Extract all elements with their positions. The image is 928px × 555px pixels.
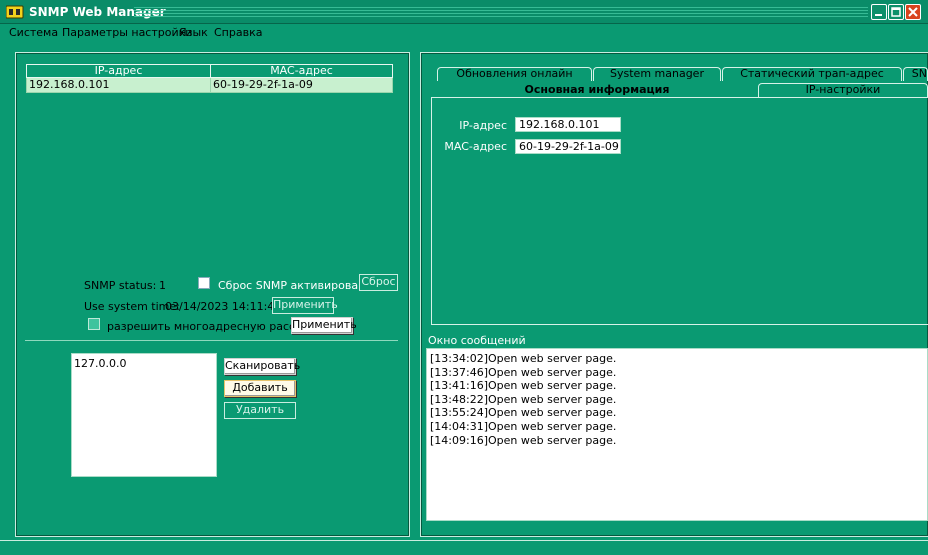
- menu-help[interactable]: Справка: [214, 26, 262, 39]
- log-time: [13:48:22]: [430, 392, 488, 406]
- mac-field-label: MAC-адрес: [444, 140, 507, 153]
- close-button[interactable]: [905, 4, 921, 20]
- system-time-value: 03/14/2023 14:11:49: [165, 300, 282, 313]
- log-text: Open web server page.: [488, 433, 617, 447]
- apply-multicast-button[interactable]: Применить: [291, 317, 357, 334]
- log-line: [14:04:31]Open web server page.: [430, 420, 924, 434]
- log-time: [14:04:31]: [430, 419, 488, 433]
- minimize-icon: [875, 14, 882, 16]
- multicast-checkbox[interactable]: [88, 318, 100, 330]
- table-row[interactable]: 192.168.0.101 60-19-29-2f-1a-09: [26, 78, 393, 93]
- log-time: [13:37:46]: [430, 365, 488, 379]
- table-header: IP-адрес MAC-адрес: [26, 64, 393, 78]
- log-line: [13:41:16]Open web server page.: [430, 379, 924, 393]
- title-bar: SNMP Web Manager: [0, 0, 928, 24]
- ip-field-label: IP-адрес: [459, 119, 507, 132]
- log-text: Open web server page.: [488, 379, 617, 393]
- tab-ip-settings[interactable]: IP-настройки: [758, 83, 928, 97]
- log-text: Open web server page.: [488, 392, 617, 406]
- reset-button[interactable]: Сброс: [359, 274, 398, 291]
- column-ip-header[interactable]: IP-адрес: [27, 65, 211, 77]
- log-text: Open web server page.: [488, 419, 617, 433]
- log-text: Open web server page.: [488, 352, 617, 365]
- scan-button[interactable]: Сканировать: [224, 358, 300, 375]
- tab-basic-info[interactable]: Основная информация: [437, 84, 757, 98]
- menu-language[interactable]: Язык: [179, 26, 208, 39]
- menu-settings[interactable]: Параметры настройки: [62, 26, 192, 39]
- status-bar: [0, 540, 928, 555]
- log-line: [14:09:16]Open web server page.: [430, 434, 924, 448]
- close-icon: [908, 7, 918, 17]
- log-text: Open web server page.: [488, 406, 617, 420]
- log-line: [13:34:02]Open web server page.: [430, 352, 924, 366]
- menu-system[interactable]: Система: [9, 26, 58, 39]
- log-time: [13:41:16]: [430, 379, 488, 393]
- log-time: [13:55:24]: [430, 406, 488, 420]
- minimize-button[interactable]: [871, 4, 887, 20]
- add-button[interactable]: Добавить: [224, 380, 296, 397]
- ip-field[interactable]: 192.168.0.101: [515, 117, 621, 132]
- log-time: [14:09:16]: [430, 433, 488, 447]
- message-log[interactable]: [13:34:02]Open web server page. [13:37:4…: [426, 348, 928, 521]
- delete-button[interactable]: Удалить: [224, 402, 296, 419]
- ip-range-list[interactable]: 127.0.0.0: [71, 353, 217, 477]
- tab-static-trap[interactable]: Статический трап-адрес: [722, 67, 902, 81]
- maximize-button[interactable]: [888, 4, 904, 20]
- app-icon: [6, 5, 24, 19]
- log-line: [13:37:46]Open web server page.: [430, 366, 924, 380]
- log-text: Open web server page.: [488, 365, 617, 379]
- snmp-reset-checkbox[interactable]: [198, 277, 210, 289]
- snmp-reset-label: Сброс SNMP активирован: [218, 279, 366, 292]
- log-line: [13:48:22]Open web server page.: [430, 393, 924, 407]
- row-mac: 60-19-29-2f-1a-09: [213, 78, 313, 91]
- list-item[interactable]: 127.0.0.0: [74, 357, 214, 370]
- message-window-title: Окно сообщений: [428, 334, 526, 347]
- maximize-icon: [891, 7, 901, 17]
- device-table: IP-адрес MAC-адрес 192.168.0.101 60-19-2…: [26, 64, 393, 93]
- tab-snmp[interactable]: SN: [903, 67, 928, 81]
- row-ip: 192.168.0.101: [27, 78, 211, 92]
- apply-time-button[interactable]: Применить: [272, 297, 338, 314]
- column-mac-header[interactable]: MAC-адрес: [211, 65, 392, 77]
- snmp-status-label: SNMP status:: [84, 279, 157, 292]
- title-stripes: [134, 7, 868, 17]
- log-line: [13:55:24]Open web server page.: [430, 406, 924, 420]
- mac-field[interactable]: 60-19-29-2f-1a-09: [515, 139, 621, 154]
- separator: [25, 340, 398, 341]
- tab-system-manager[interactable]: System manager: [593, 67, 721, 81]
- menu-bar: Система Параметры настройки Язык Справка: [0, 24, 928, 42]
- log-time: [13:34:02]: [430, 352, 488, 365]
- snmp-status-value: 1: [159, 279, 166, 292]
- tab-online-updates[interactable]: Обновления онлайн: [437, 67, 592, 81]
